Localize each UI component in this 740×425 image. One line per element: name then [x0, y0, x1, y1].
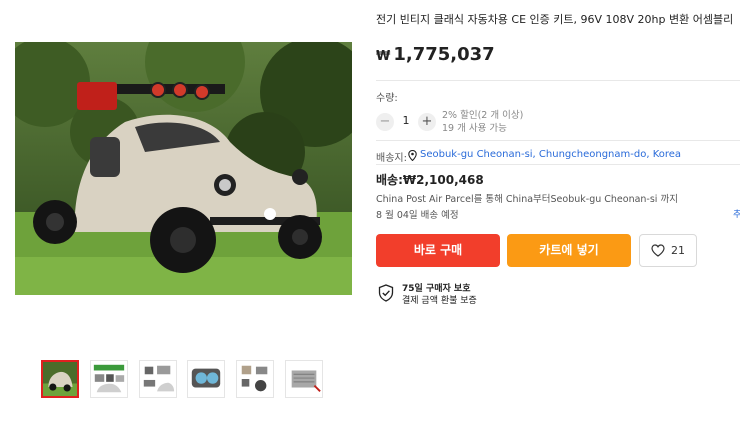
divider — [376, 80, 740, 81]
quantity-increase-button[interactable]: + — [418, 113, 436, 131]
heart-icon — [651, 244, 665, 257]
thumbnail-4[interactable] — [187, 360, 225, 398]
add-to-cart-button[interactable]: 카트에 넣기 — [507, 234, 631, 267]
ship-to-label: 배송지: — [376, 153, 407, 164]
buyer-protection-subtitle: 결제 금액 환불 보증 — [402, 296, 477, 306]
currency-symbol: ₩ — [376, 49, 391, 64]
thumbnail-2[interactable] — [90, 360, 128, 398]
map-pin-icon — [408, 150, 417, 161]
quantity-decrease-button[interactable]: − — [376, 113, 394, 131]
shield-check-icon — [378, 284, 394, 302]
thumbnail-1[interactable] — [41, 360, 79, 398]
wishlist-count: 21 — [671, 244, 685, 257]
divider — [376, 140, 740, 141]
price-value: 1,775,037 — [393, 44, 495, 65]
shipping-cost: 배송:₩2,100,468 — [376, 173, 484, 187]
product-title: 전기 빈티지 클래식 자동차용 CE 인증 키트, 96V 108V 20hp … — [376, 13, 734, 26]
buy-now-button[interactable]: 바로 구매 — [376, 234, 500, 267]
discount-info: 2% 할인(2 개 이상) 19 개 사용 가능 — [442, 109, 523, 135]
thumbnail-6[interactable] — [285, 360, 323, 398]
quantity-label: 수량: — [376, 93, 398, 104]
bulk-discount-text: 2% 할인(2 개 이상) — [442, 110, 524, 121]
shipping-method: China Post Air Parcel를 통해 China부터Seobuk-… — [376, 194, 678, 205]
divider — [376, 164, 740, 165]
more-shipping-link[interactable]: 추 — [733, 207, 740, 220]
thumbnail-5[interactable] — [236, 360, 274, 398]
thumbnail-3[interactable] — [139, 360, 177, 398]
delivery-estimate: 8 월 04일 배송 예정 — [376, 210, 459, 221]
product-price: ₩1,775,037 — [376, 44, 495, 65]
ship-to-address-link[interactable]: Seobuk-gu Cheonan-si, Chungcheongnam-do,… — [420, 149, 681, 160]
wishlist-button[interactable]: 21 — [639, 234, 697, 267]
stock-available-text: 19 개 사용 가능 — [442, 123, 507, 134]
quantity-value[interactable]: 1 — [401, 114, 411, 127]
main-product-image[interactable] — [15, 42, 352, 295]
